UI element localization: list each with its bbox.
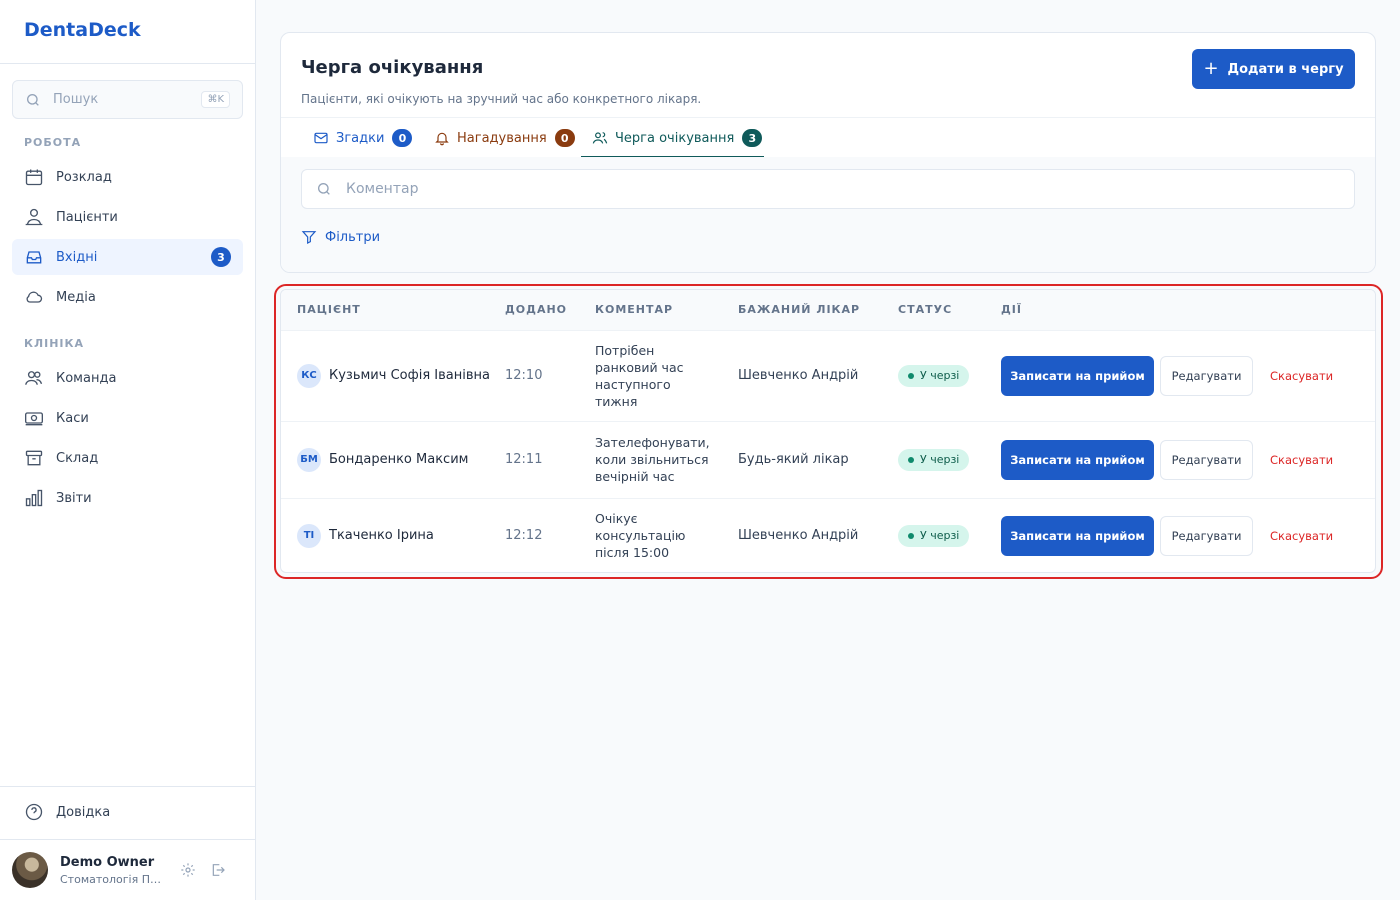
sidebar-divider <box>0 786 255 787</box>
cash-icon <box>25 412 43 426</box>
section-clinic-label: КЛІНІКА <box>24 337 85 350</box>
gear-icon[interactable] <box>180 862 196 878</box>
patients-icon <box>25 208 43 226</box>
chart-icon <box>25 489 43 507</box>
sidebar-item-reports[interactable]: Звіти <box>12 480 243 516</box>
sidebar-item-schedule[interactable]: Розклад <box>12 159 243 195</box>
sidebar-item-label: Каси <box>56 410 89 426</box>
plus-icon: + <box>1203 58 1219 79</box>
tab-label: Нагадування <box>457 130 547 146</box>
sidebar-divider <box>0 839 255 840</box>
tab-waitlist[interactable]: Черга очікування 3 <box>581 118 764 158</box>
app-logo[interactable]: DentaDeck <box>0 0 255 64</box>
archive-icon <box>25 450 43 466</box>
inbox-count-badge: 3 <box>211 247 231 267</box>
team-icon <box>25 371 43 385</box>
tab-bar: Згадки 0 Нагадування 0 Черга очікування … <box>281 117 1375 158</box>
section-work-label: РОБОТА <box>24 136 82 149</box>
filters-button[interactable]: Фільтри <box>301 229 380 245</box>
shortcut-hint: ⌘K <box>201 91 230 108</box>
tab-count-badge: 0 <box>554 129 575 147</box>
calendar-icon <box>25 169 43 186</box>
tab-label: Згадки <box>336 130 385 146</box>
sidebar-item-inbox[interactable]: Вхідні 3 <box>12 239 243 275</box>
page-title: Черга очікування <box>301 57 484 78</box>
search-icon <box>27 93 39 106</box>
avatar[interactable] <box>12 852 48 888</box>
add-to-queue-label: Додати в чергу <box>1227 61 1344 77</box>
tab-count-badge: 0 <box>392 129 413 147</box>
page-subtitle: Пацієнти, які очікують на зручний час аб… <box>301 92 702 106</box>
highlight-frame <box>274 284 1383 579</box>
sidebar-item-label: Звіти <box>56 490 92 506</box>
sidebar-search[interactable]: Пошук ⌘K <box>12 80 243 119</box>
tab-reminders[interactable]: Нагадування 0 <box>434 118 575 158</box>
help-label: Довідка <box>56 804 111 820</box>
sidebar-item-label: Вхідні <box>56 249 98 265</box>
sidebar-item-cash[interactable]: Каси <box>12 400 243 436</box>
sidebar-item-warehouse[interactable]: Склад <box>12 440 243 476</box>
users-icon <box>592 132 608 144</box>
bell-icon <box>435 132 449 146</box>
comment-search-input[interactable]: Коментар <box>301 169 1355 209</box>
sidebar-item-team[interactable]: Команда <box>12 360 243 396</box>
user-name: Demo Owner <box>60 854 155 870</box>
sidebar-item-label: Медіа <box>56 289 96 305</box>
search-placeholder: Пошук <box>53 92 99 107</box>
user-panel: Demo Owner Стоматологія Посмішка <box>12 851 248 889</box>
sidebar: DentaDeck Пошук ⌘K РОБОТА Розклад Пацієн… <box>0 0 256 900</box>
inbox-icon <box>26 251 42 264</box>
tab-mentions[interactable]: Згадки 0 <box>313 118 413 158</box>
sidebar-item-label: Пацієнти <box>56 209 118 225</box>
funnel-icon <box>301 231 317 244</box>
filters-label: Фільтри <box>325 229 381 245</box>
sidebar-item-patients[interactable]: Пацієнти <box>12 199 243 235</box>
filter-panel: Коментар Фільтри <box>281 157 1375 272</box>
user-clinic: Стоматологія Посмішка <box>60 872 166 886</box>
waitlist-header-card: Черга очікування Пацієнти, які очікують … <box>280 32 1376 273</box>
comment-placeholder: Коментар <box>346 181 419 197</box>
help-icon <box>25 803 43 821</box>
help-link[interactable]: Довідка <box>12 794 243 830</box>
mail-icon <box>314 132 328 144</box>
tab-count-badge: 3 <box>742 129 763 147</box>
sidebar-item-media[interactable]: Медіа <box>12 279 243 315</box>
sidebar-item-label: Склад <box>56 450 99 466</box>
sidebar-item-label: Розклад <box>56 169 112 185</box>
tab-label: Черга очікування <box>615 130 735 146</box>
add-to-queue-button[interactable]: + Додати в чергу <box>1192 49 1355 89</box>
logout-icon[interactable] <box>210 862 226 878</box>
cloud-icon <box>26 291 43 303</box>
sidebar-item-label: Команда <box>56 370 117 386</box>
search-icon <box>318 183 330 195</box>
